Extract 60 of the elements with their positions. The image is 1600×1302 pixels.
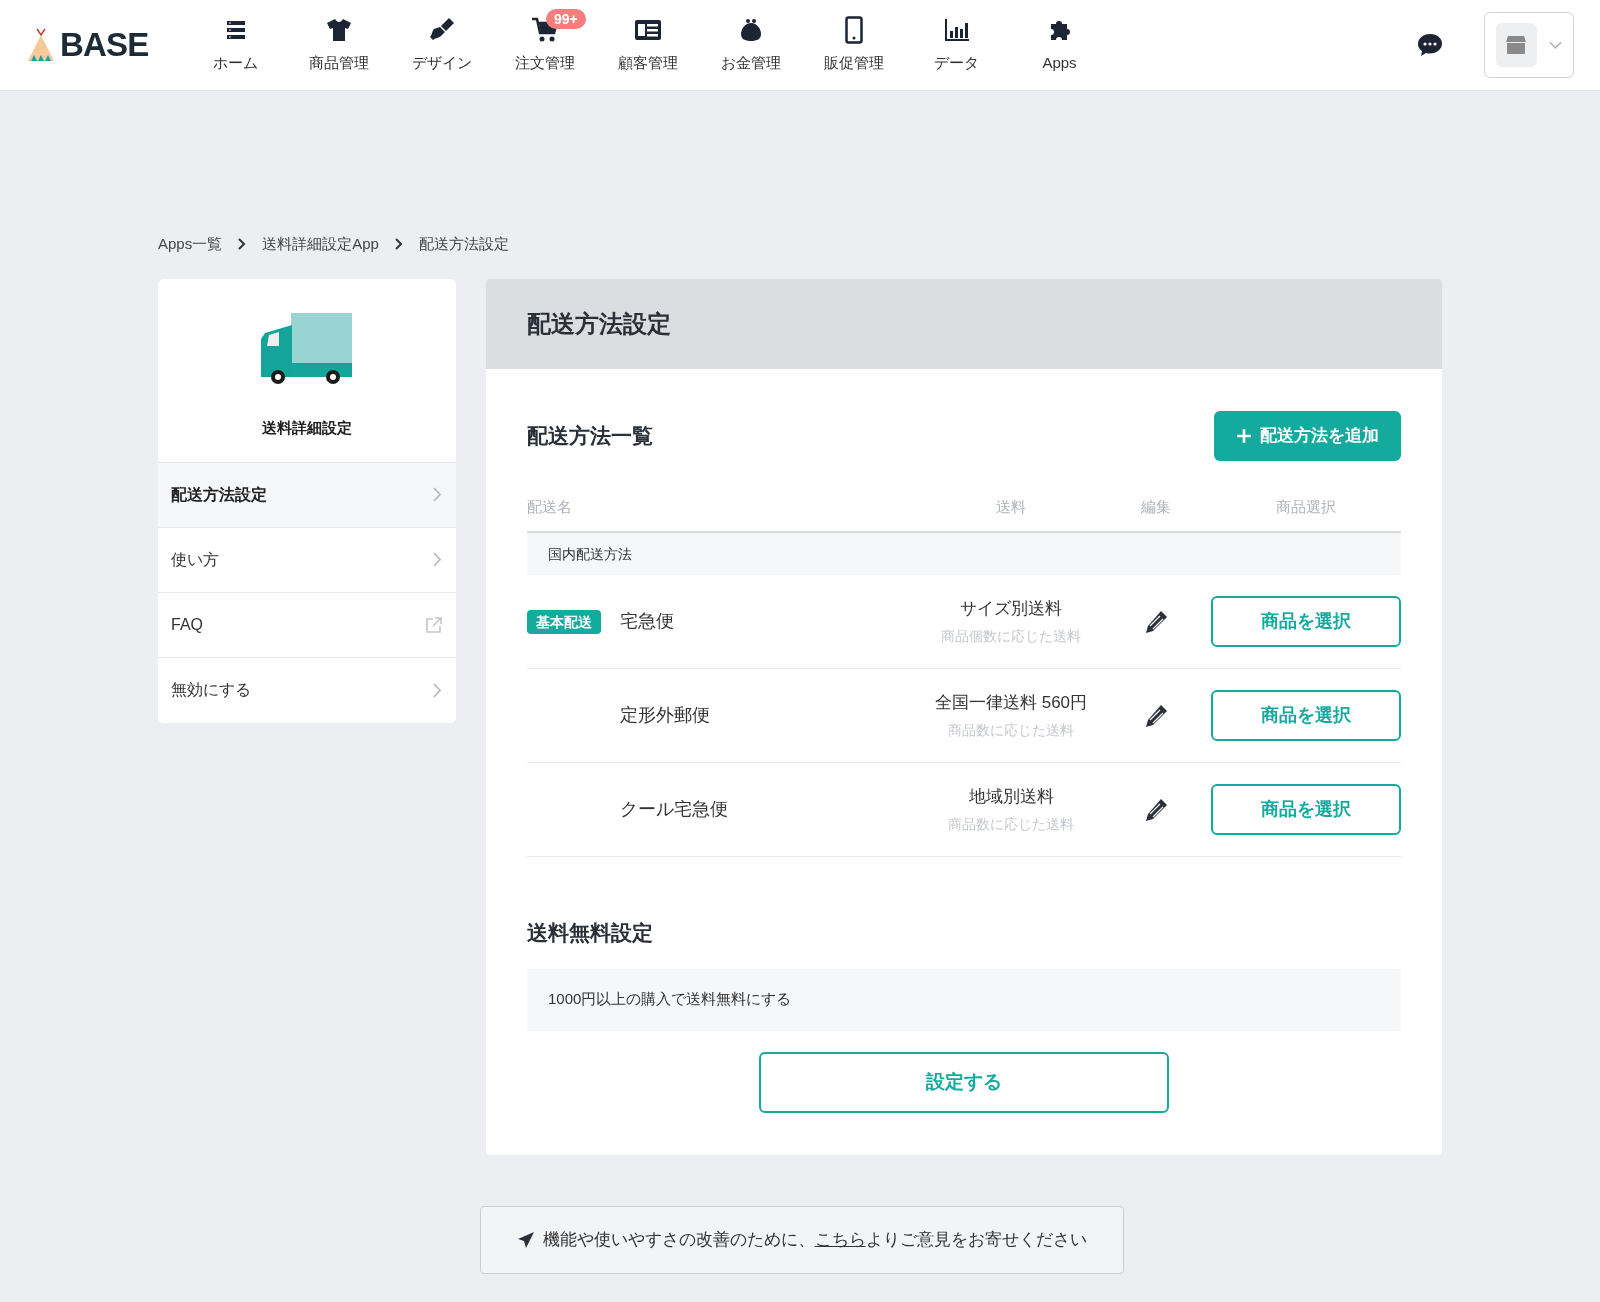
feedback-message: 機能や使いやすさの改善のために、こちら よりご意見をお寄せください: [542, 1228, 1087, 1251]
chevron-right-icon: [238, 238, 247, 250]
chevron-right-icon: [433, 552, 442, 567]
column-header: 編集: [1140, 496, 1172, 517]
chat-bubble-icon[interactable]: [1416, 32, 1444, 58]
bar-chart-icon: [944, 18, 969, 41]
shop-menu-button[interactable]: [1484, 12, 1574, 78]
feedback-link[interactable]: こちら: [814, 1229, 866, 1249]
breadcrumb-link[interactable]: 送料詳細設定App: [262, 232, 379, 256]
smartphone-icon: [844, 15, 863, 44]
nav-tab[interactable]: Apps: [1008, 0, 1111, 91]
id-card-icon: [633, 18, 662, 41]
free-shipping-status: 1000円以上の購入で送料無料にする: [527, 968, 1401, 1031]
fee-note: 商品個数に応じた送料: [941, 626, 1081, 646]
chevron-right-icon: [433, 487, 442, 502]
nav-tab[interactable]: データ: [905, 0, 1008, 91]
shipping-fee: 全国一律送料 560円: [934, 692, 1088, 715]
chevron-right-icon: [433, 682, 442, 698]
paintbrush-icon: [428, 16, 455, 43]
group-header: 国内配送方法: [527, 533, 1401, 575]
shipping-fee: サイズ別送料: [960, 598, 1062, 621]
notification-badge: 99+: [546, 8, 586, 29]
chevron-down-icon: [1548, 40, 1562, 50]
storefront-icon: [1504, 35, 1529, 55]
column-header: 商品選択: [1275, 496, 1337, 517]
nav-tab[interactable]: お金管理: [699, 0, 802, 91]
fee-note: 商品数に応じた送料: [948, 720, 1074, 740]
truck-icon: [261, 313, 353, 387]
nav-tab[interactable]: 販促管理: [802, 0, 905, 91]
nav-tab[interactable]: 注文管理 99+: [493, 0, 596, 91]
fee-note: 商品数に応じた送料: [948, 814, 1074, 834]
section-title: 配送方法一覧: [527, 423, 653, 450]
sidebar-item[interactable]: 配送方法設定: [158, 462, 456, 528]
chevron-right-icon: [394, 238, 403, 250]
section-title: 送料無料設定: [527, 920, 654, 946]
tent-logo-icon: [26, 27, 56, 63]
app-title: 送料詳細設定: [262, 418, 352, 438]
breadcrumb-link[interactable]: Apps一覧: [158, 232, 223, 256]
column-header: 配送名: [527, 496, 573, 517]
list-icon: [224, 18, 247, 41]
t-shirt-icon: [325, 17, 352, 42]
external-link-icon: [426, 616, 442, 633]
nav-tab[interactable]: 商品管理: [287, 0, 390, 91]
pencil-edit-icon[interactable]: [1144, 797, 1168, 822]
shipping-name: 定形外郵便: [620, 704, 710, 727]
shipping-name: 宅急便: [620, 610, 674, 633]
logo-text: BASE: [60, 25, 149, 66]
pencil-edit-icon[interactable]: [1144, 609, 1168, 634]
nav-tab[interactable]: 顧客管理: [596, 0, 699, 91]
column-header: 送料: [995, 496, 1027, 517]
nav-tab[interactable]: ホーム: [184, 0, 287, 91]
nav-tab[interactable]: デザイン: [390, 0, 493, 91]
shipping-name: クール宅急便: [620, 798, 728, 821]
shipping-fee: 地域別送料: [968, 786, 1054, 809]
default-shipping-badge: 基本配送: [527, 609, 601, 634]
coin-purse-icon: [738, 17, 763, 42]
paper-plane-icon: [516, 1230, 535, 1249]
plus-icon: [1236, 428, 1252, 444]
page-title: 配送方法設定: [527, 309, 671, 339]
pencil-edit-icon[interactable]: [1144, 703, 1168, 728]
